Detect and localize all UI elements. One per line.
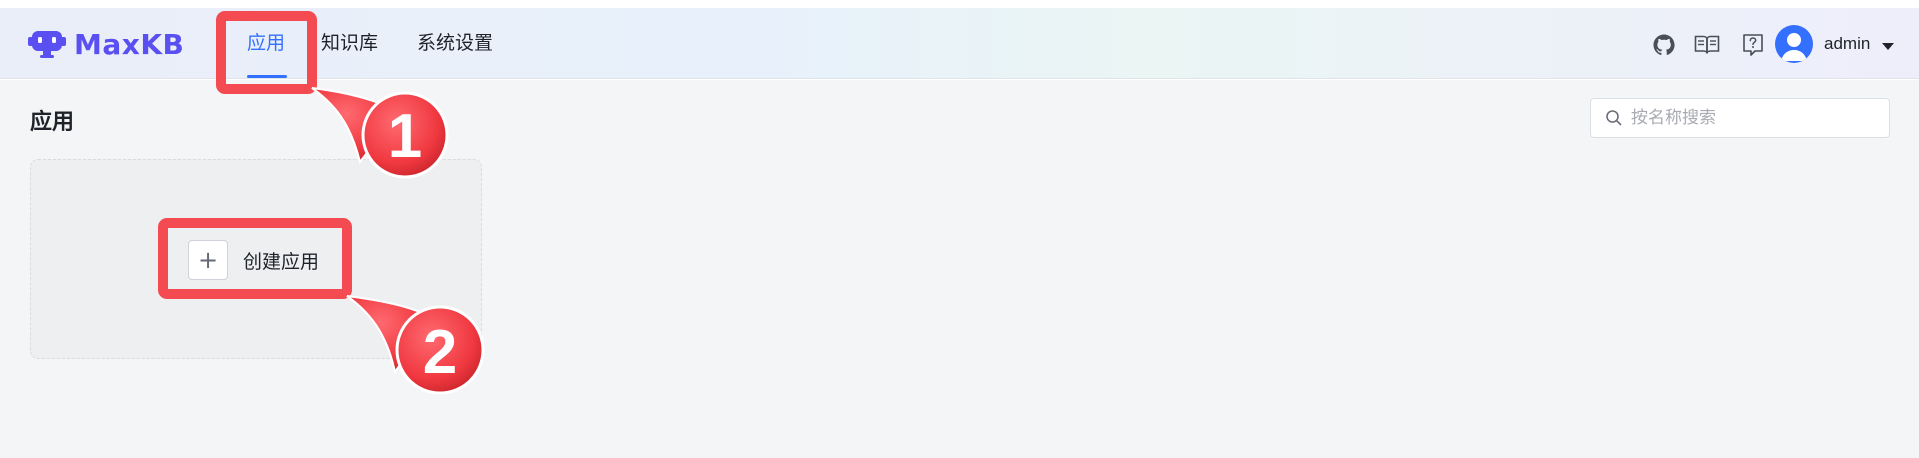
nav-tab-apps[interactable]: 应用 [247,8,285,79]
username[interactable]: admin [1824,34,1870,54]
user-avatar-icon [1781,33,1807,61]
app-window: MaxKB 应用 知识库 系统设置 admin 应用 按名称搜索 + 创建应用 … [0,0,1919,458]
help-icon[interactable] [1740,32,1766,58]
create-app-label: 创建应用 [243,250,320,273]
search-icon [1606,110,1622,126]
app-name: MaxKB [74,27,185,61]
create-app-button[interactable]: + 创建应用 [188,240,319,280]
maxkb-logo-icon [28,31,66,58]
github-icon[interactable] [1651,32,1677,58]
search-field[interactable] [1590,98,1890,138]
chevron-down-icon[interactable] [1882,43,1894,50]
top-header: MaxKB 应用 知识库 系统设置 admin [0,8,1919,79]
nav-tab-settings[interactable]: 系统设置 [417,8,493,79]
nav-active-indicator [247,75,287,78]
app-logo[interactable]: MaxKB [28,26,184,62]
user-avatar[interactable] [1775,25,1813,63]
book-icon[interactable] [1694,32,1720,58]
page-title: 应用 [30,110,75,135]
nav-tab-knowledge[interactable]: 知识库 [321,8,378,79]
plus-icon: + [188,240,228,280]
search-input[interactable] [1631,108,1871,128]
